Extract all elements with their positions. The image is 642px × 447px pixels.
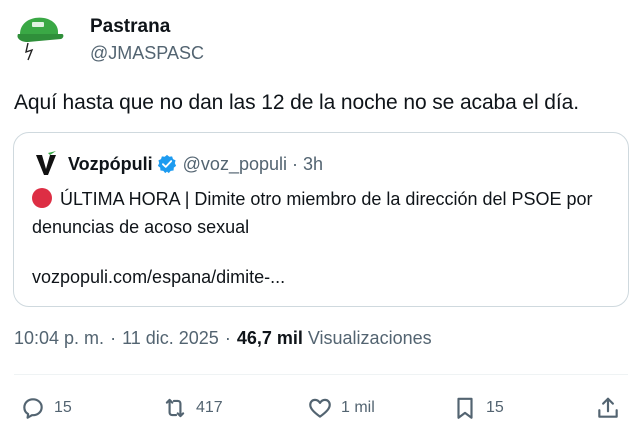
bookmark-count: 15 bbox=[486, 399, 504, 416]
quoted-tweet-card[interactable]: Vozpópuli @voz_populi · 3h ÚLTIMA HORA |… bbox=[13, 132, 629, 307]
quote-timestamp[interactable]: 3h bbox=[303, 154, 323, 175]
quote-text: ÚLTIMA HORA | Dimite otro miembro de la … bbox=[32, 189, 593, 237]
repost-icon bbox=[165, 398, 185, 418]
share-button[interactable] bbox=[595, 388, 621, 428]
meta-separator: · bbox=[110, 328, 117, 348]
tweet-text: Aquí hasta que no dan las 12 de la noche… bbox=[14, 91, 579, 114]
bookmark-button[interactable]: 15 bbox=[452, 388, 504, 428]
author-handle[interactable]: @JMASPASC bbox=[90, 42, 204, 64]
quote-text-block: ÚLTIMA HORA | Dimite otro miembro de la … bbox=[32, 185, 612, 241]
reply-button[interactable]: 15 bbox=[20, 388, 72, 428]
reply-count: 15 bbox=[54, 399, 72, 416]
verified-badge-icon bbox=[157, 154, 176, 174]
quote-link[interactable]: vozpopuli.com/espana/dimite-... bbox=[32, 263, 285, 291]
heart-icon bbox=[309, 398, 331, 418]
quote-separator: · bbox=[292, 153, 298, 174]
tweet-time[interactable]: 10:04 p. m. bbox=[14, 328, 104, 349]
red-circle-icon bbox=[32, 188, 52, 208]
tweet-meta: 10:04 p. m. · 11 dic. 2025 · 46,7 mil Vi… bbox=[14, 328, 432, 349]
like-button[interactable]: 1 mil bbox=[307, 388, 375, 428]
share-icon bbox=[598, 397, 618, 418]
like-count: 1 mil bbox=[341, 399, 375, 416]
quote-author-name[interactable]: Vozpópuli bbox=[68, 154, 153, 175]
repost-count: 417 bbox=[196, 399, 223, 416]
tweet-author: Pastrana @JMASPASC bbox=[14, 12, 204, 64]
views-count[interactable]: 46,7 mil bbox=[237, 328, 303, 349]
meta-separator: · bbox=[224, 328, 231, 348]
views-label[interactable]: Visualizaciones bbox=[308, 328, 432, 349]
tweet-actions: 15 417 1 mil 15 bbox=[0, 388, 642, 428]
green-cap-icon bbox=[17, 17, 64, 61]
divider bbox=[14, 374, 628, 375]
vozpopuli-v-logo-icon bbox=[36, 151, 56, 175]
bookmark-icon bbox=[457, 397, 473, 419]
repost-button[interactable]: 417 bbox=[162, 388, 223, 428]
tweet-date[interactable]: 11 dic. 2025 bbox=[122, 328, 219, 349]
reply-icon bbox=[23, 398, 43, 419]
author-name[interactable]: Pastrana bbox=[90, 16, 204, 38]
quote-header: Vozpópuli @voz_populi · 3h bbox=[34, 151, 323, 177]
quote-author-handle[interactable]: @voz_populi bbox=[183, 154, 287, 175]
author-avatar[interactable] bbox=[14, 12, 66, 64]
